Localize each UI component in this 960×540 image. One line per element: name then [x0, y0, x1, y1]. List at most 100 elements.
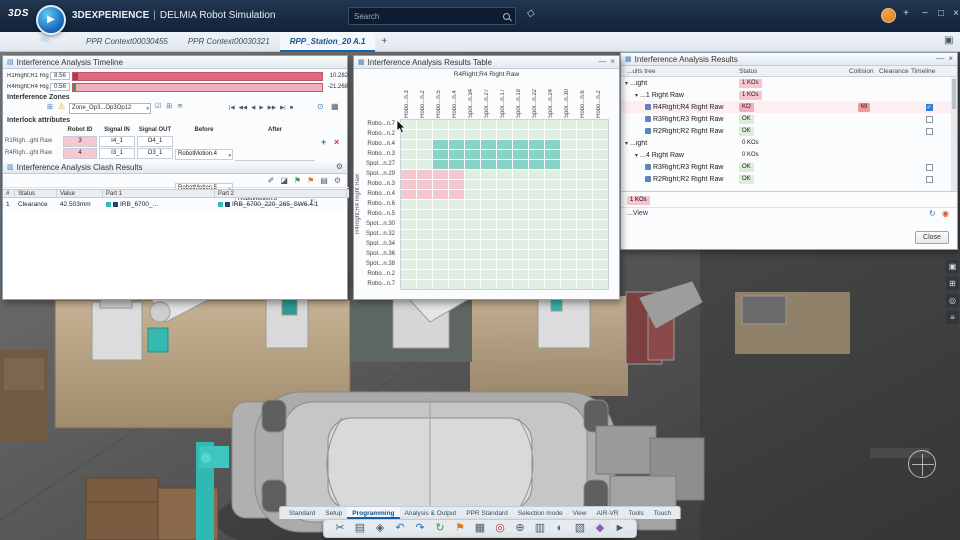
matrix-cell[interactable] — [433, 270, 448, 279]
matrix-cell[interactable] — [561, 230, 576, 239]
matrix-cell[interactable] — [593, 250, 608, 259]
matrix-cell[interactable] — [449, 180, 464, 189]
refresh-icon[interactable]: ↻ — [929, 209, 936, 218]
matrix-cell[interactable] — [529, 190, 544, 199]
matrix-cell[interactable] — [481, 230, 496, 239]
matrix-cell[interactable] — [465, 150, 480, 159]
matrix-cell[interactable] — [545, 220, 560, 229]
matrix-cell[interactable] — [545, 120, 560, 129]
matrix-grid[interactable] — [400, 119, 609, 290]
matrix-cell[interactable] — [497, 200, 512, 209]
matrix-cell[interactable] — [497, 210, 512, 219]
matrix-cell[interactable] — [401, 180, 416, 189]
matrix-cell[interactable] — [513, 270, 528, 279]
matrix-cell[interactable] — [465, 240, 480, 249]
matrix-cell[interactable] — [401, 270, 416, 279]
timeline-panel-header[interactable]: ▤ Interference Analysis Timeline — [3, 56, 347, 69]
matrix-cell[interactable] — [577, 160, 592, 169]
matrix-cell[interactable] — [513, 190, 528, 199]
matrix-cell[interactable] — [513, 260, 528, 269]
expander-icon[interactable]: ▾ — [635, 92, 638, 99]
matrix-cell[interactable] — [465, 250, 480, 259]
matrix-cell[interactable] — [593, 170, 608, 179]
results-tree-row[interactable]: R3Right;R3 Right Raw OK — [621, 113, 951, 125]
matrix-cell[interactable] — [417, 170, 432, 179]
capture-icon[interactable]: ◉ — [942, 209, 949, 218]
matrix-cell[interactable] — [593, 150, 608, 159]
matrix-cell[interactable] — [561, 260, 576, 269]
matrix-cell[interactable] — [417, 230, 432, 239]
matrix-cell[interactable] — [417, 120, 432, 129]
edit-icon[interactable]: ✐ — [268, 177, 275, 185]
matrix-cell[interactable] — [513, 130, 528, 139]
matrix-cell[interactable] — [401, 160, 416, 169]
matrix-cell[interactable] — [577, 130, 592, 139]
matrix-cell[interactable] — [433, 220, 448, 229]
panel-close-icon[interactable]: × — [948, 55, 953, 63]
matrix-cell[interactable] — [561, 150, 576, 159]
panel-minimize-icon[interactable]: — — [598, 58, 606, 66]
matrix-cell[interactable] — [481, 210, 496, 219]
matrix-cell[interactable] — [577, 200, 592, 209]
matrix-cell[interactable] — [593, 270, 608, 279]
matrix-cell[interactable] — [577, 210, 592, 219]
matrix-cell[interactable] — [401, 260, 416, 269]
expander-icon[interactable]: ▾ — [625, 80, 628, 87]
matrix-cell[interactable] — [417, 280, 432, 289]
ribbon-tab-setup[interactable]: Setup — [320, 507, 347, 519]
matrix-cell[interactable] — [465, 260, 480, 269]
matrix-cell[interactable] — [417, 150, 432, 159]
matrix-cell[interactable] — [401, 280, 416, 289]
matrix-cell[interactable] — [401, 200, 416, 209]
matrix-cell[interactable] — [561, 200, 576, 209]
matrix-cell[interactable] — [593, 180, 608, 189]
matrix-cell[interactable] — [497, 130, 512, 139]
matrix-cell[interactable] — [417, 140, 432, 149]
sphere-icon[interactable]: ◐ — [553, 523, 567, 534]
matrix-cell[interactable] — [465, 200, 480, 209]
timeline-track-bar[interactable] — [72, 83, 323, 92]
panel-minimize-icon[interactable]: — — [936, 55, 944, 63]
interlock-icon[interactable]: ⊞ — [47, 104, 53, 111]
mask-icon[interactable]: ◪ — [280, 177, 288, 185]
matrix-cell[interactable] — [465, 160, 480, 169]
minimize-button[interactable]: − — [918, 8, 932, 19]
matrix-cell[interactable] — [529, 150, 544, 159]
matrix-cell[interactable] — [513, 240, 528, 249]
matrix-cell[interactable] — [433, 170, 448, 179]
matrix-cell[interactable] — [513, 210, 528, 219]
matrix-cell[interactable] — [417, 210, 432, 219]
matrix-cell[interactable] — [593, 210, 608, 219]
matrix-cell[interactable] — [545, 140, 560, 149]
matrix-cell[interactable] — [577, 260, 592, 269]
matrix-cell[interactable] — [577, 170, 592, 179]
pan-grid-icon[interactable]: ⊞ — [946, 277, 959, 290]
matrix-cell[interactable] — [577, 280, 592, 289]
matrix-cell[interactable] — [577, 250, 592, 259]
matrix-cell[interactable] — [545, 260, 560, 269]
matrix-cell[interactable] — [513, 180, 528, 189]
signal-in-cell[interactable]: I4_1 — [99, 136, 135, 147]
results-tree-row[interactable]: ▾ ...ight 0 KOs — [621, 137, 951, 149]
matrix-cell[interactable] — [433, 140, 448, 149]
matrix-cell[interactable] — [545, 130, 560, 139]
matrix-cell[interactable] — [577, 140, 592, 149]
results-panel-header[interactable]: ▦ Interference Analysis Results — × — [621, 53, 957, 66]
matrix-cell[interactable] — [465, 270, 480, 279]
results-tree-row[interactable]: ▾ ...ight 1 KOs — [621, 77, 951, 89]
matrix-cell[interactable] — [593, 200, 608, 209]
matrix-cell[interactable] — [449, 280, 464, 289]
matrix-cell[interactable] — [481, 120, 496, 129]
matrix-cell[interactable] — [561, 280, 576, 289]
flag-orange-icon[interactable]: ⚑ — [307, 177, 314, 185]
matrix-cell[interactable] — [449, 190, 464, 199]
matrix-cell[interactable] — [481, 130, 496, 139]
layers-icon[interactable]: ▥ — [533, 523, 547, 534]
ribbon-tab-selection-mode[interactable]: Selection mode — [513, 507, 568, 519]
matrix-cell[interactable] — [561, 140, 576, 149]
matrix-cell[interactable] — [449, 140, 464, 149]
matrix-cell[interactable] — [433, 280, 448, 289]
matrix-cell[interactable] — [497, 140, 512, 149]
matrix-cell[interactable] — [433, 210, 448, 219]
matrix-cell[interactable] — [481, 280, 496, 289]
